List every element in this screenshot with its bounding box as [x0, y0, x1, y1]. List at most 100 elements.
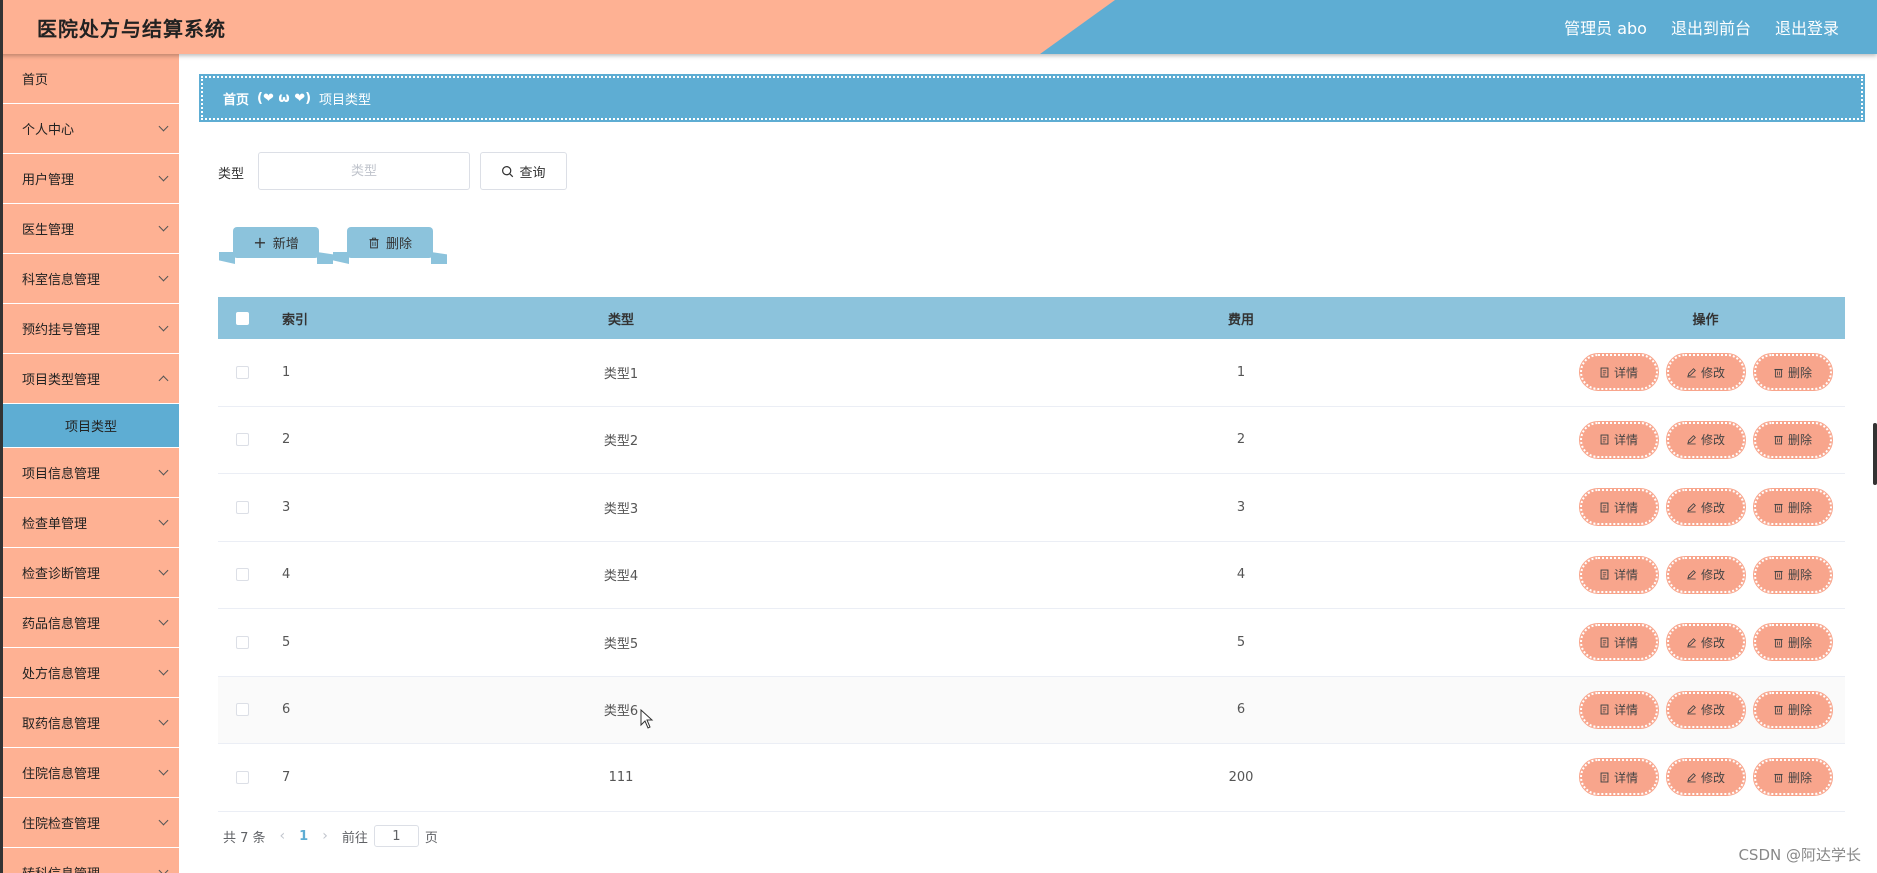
sidebar-item-drug-pickup-management[interactable]: 取药信息管理: [3, 698, 179, 748]
header-actions: 管理员 abo 退出到前台 退出登录: [1564, 15, 1839, 39]
search-icon: [502, 165, 514, 177]
pencil-icon: [1687, 570, 1696, 580]
row-checkbox-cell: [218, 500, 266, 514]
sidebar-item-project-type-management[interactable]: 项目类型管理: [3, 354, 179, 404]
pencil-icon: [1687, 367, 1696, 378]
goto-page-input[interactable]: [373, 825, 419, 847]
next-page-icon[interactable]: ›: [322, 828, 328, 844]
breadcrumb-home[interactable]: 首页: [223, 89, 249, 108]
row-checkbox[interactable]: [235, 703, 249, 717]
detail-button-label: 详情: [1613, 703, 1638, 718]
header-index: 索引: [282, 312, 309, 328]
delete-button[interactable]: 删除: [1752, 758, 1833, 797]
row-checkbox[interactable]: [235, 770, 249, 784]
edit-button-label: 修改: [1700, 568, 1725, 583]
delete-button[interactable]: 删除: [1752, 420, 1833, 459]
sidebar-item-label: 药品信息管理: [22, 617, 101, 632]
prev-page-icon[interactable]: ‹: [280, 828, 286, 844]
admin-user-label[interactable]: 管理员 abo: [1564, 15, 1647, 39]
edit-button[interactable]: 修改: [1665, 555, 1746, 594]
sidebar-item-exam-sheet-management[interactable]: 检查单管理: [3, 498, 179, 548]
delete-button[interactable]: 删除: [1752, 690, 1833, 729]
trash-icon: [1774, 571, 1783, 580]
detail-button-label: 详情: [1613, 770, 1638, 785]
sidebar-item-inpatient-management[interactable]: 住院信息管理: [3, 748, 179, 798]
edit-button[interactable]: 修改: [1665, 353, 1746, 392]
edit-button[interactable]: 修改: [1665, 758, 1746, 797]
delete-button[interactable]: 删除: [1752, 555, 1833, 594]
pagination: 共 7 条 ‹ 1 › 前往 页: [223, 825, 438, 847]
detail-button[interactable]: 详情: [1578, 690, 1659, 729]
sidebar-item-exam-diagnosis-management[interactable]: 检查诊断管理: [3, 548, 179, 598]
cell-fee: 6: [1236, 702, 1246, 718]
row-checkbox[interactable]: [235, 635, 249, 649]
detail-button[interactable]: 详情: [1578, 488, 1659, 527]
sidebar-item-inpatient-exam-management[interactable]: 住院检查管理: [3, 798, 179, 848]
cell-fee: 200: [1228, 769, 1254, 785]
edit-button[interactable]: 修改: [1665, 420, 1746, 459]
sidebar-item-label: 住院信息管理: [22, 767, 101, 782]
sidebar-item-department-management[interactable]: 科室信息管理: [3, 254, 179, 304]
detail-button[interactable]: 详情: [1578, 758, 1659, 797]
logout-link[interactable]: 退出登录: [1775, 15, 1839, 39]
cell-index: 7: [282, 769, 291, 785]
sidebar-item-home[interactable]: 首页: [3, 54, 179, 104]
table-row: 6 类型6 6 详情 修改 删除: [218, 676, 1845, 744]
sidebar-item-label: 检查单管理: [22, 517, 88, 532]
sidebar-item-prescription-management[interactable]: 处方信息管理: [3, 648, 179, 698]
sidebar-item-transfer-management[interactable]: 转科信息管理: [3, 848, 179, 873]
pagination-goto: 前往 页: [342, 825, 438, 847]
row-checkbox[interactable]: [235, 500, 249, 514]
watermark: CSDN @阿达学长: [1738, 846, 1861, 864]
sidebar-item-personal-center[interactable]: 个人中心: [3, 104, 179, 154]
sidebar-item-label: 预约挂号管理: [22, 323, 101, 338]
cell-ops: 详情 修改 删除: [1566, 420, 1845, 459]
detail-button[interactable]: 详情: [1578, 353, 1659, 392]
cell-index: 3: [282, 499, 291, 515]
cell-ops: 详情 修改 删除: [1566, 623, 1845, 662]
add-button-label: 新增: [272, 237, 299, 252]
delete-button-label: 删除: [1787, 500, 1812, 515]
exit-to-front-link[interactable]: 退出到前台: [1671, 15, 1751, 39]
chevron-down-icon: [158, 615, 169, 626]
cell-type: 类型5: [603, 636, 639, 652]
sidebar-item-drug-info-management[interactable]: 药品信息管理: [3, 598, 179, 648]
detail-button-label: 详情: [1613, 635, 1638, 650]
cell-fee: 1: [1236, 364, 1246, 380]
detail-button[interactable]: 详情: [1578, 623, 1659, 662]
cell-index: 5: [282, 634, 291, 650]
page-number-current[interactable]: 1: [299, 829, 308, 844]
delete-button[interactable]: 删除: [1752, 488, 1833, 527]
scrollbar-thumb[interactable]: [1873, 423, 1877, 485]
sidebar-item-doctor-management[interactable]: 医生管理: [3, 204, 179, 254]
sidebar-item-label: 科室信息管理: [22, 273, 101, 288]
sidebar-subitem-project-type[interactable]: 项目类型: [3, 404, 179, 448]
edit-button[interactable]: 修改: [1665, 690, 1746, 729]
delete-button[interactable]: 删除: [1752, 353, 1833, 392]
page-suffix-label: 页: [424, 830, 438, 846]
select-all-checkbox[interactable]: [235, 311, 249, 325]
detail-button[interactable]: 详情: [1578, 420, 1659, 459]
document-icon: [1600, 502, 1609, 513]
edit-button[interactable]: 修改: [1665, 488, 1746, 527]
cell-type: 111: [608, 769, 634, 785]
chevron-down-icon: [158, 665, 169, 676]
search-type-input[interactable]: [258, 152, 470, 190]
detail-button[interactable]: 详情: [1578, 555, 1659, 594]
table-header: 索引 类型 费用 操作: [218, 297, 1845, 339]
row-checkbox[interactable]: [235, 433, 249, 447]
delete-button[interactable]: 删除: [1752, 623, 1833, 662]
row-checkbox[interactable]: [235, 365, 249, 379]
sidebar-item-appointment-management[interactable]: 预约挂号管理: [3, 304, 179, 354]
sidebar-item-project-info-management[interactable]: 项目信息管理: [3, 448, 179, 498]
sidebar-item-label: 转科信息管理: [22, 863, 100, 873]
add-button[interactable]: + 新增: [233, 227, 319, 258]
batch-delete-button[interactable]: 删除: [347, 227, 433, 258]
edit-button[interactable]: 修改: [1665, 623, 1746, 662]
sidebar-item-user-management[interactable]: 用户管理: [3, 154, 179, 204]
delete-button-label: 删除: [1787, 770, 1812, 785]
query-button[interactable]: 查询: [480, 152, 567, 190]
document-icon: [1600, 637, 1609, 648]
edit-button-label: 修改: [1700, 770, 1725, 785]
row-checkbox[interactable]: [235, 568, 249, 582]
